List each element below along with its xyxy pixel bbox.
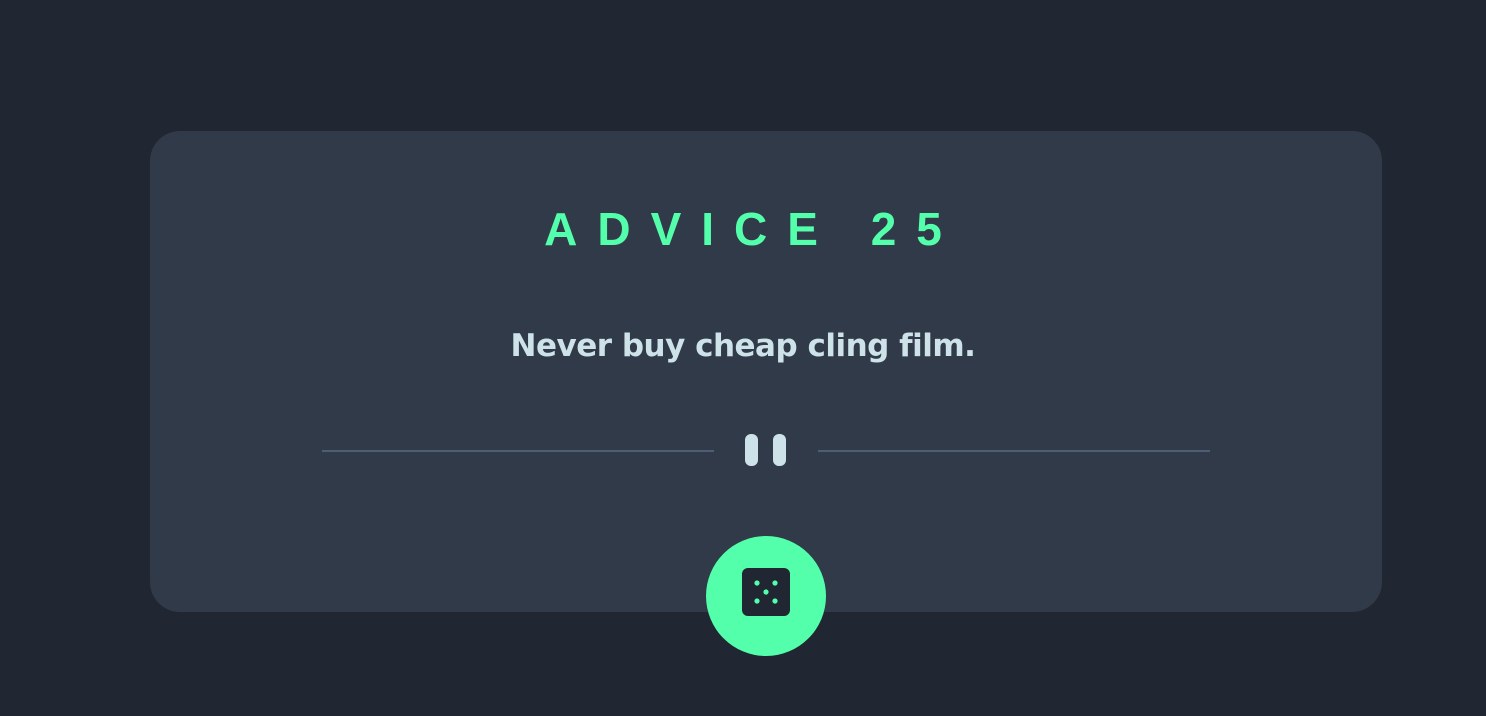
pause-bar-left (745, 434, 758, 466)
advice-quote: Never buy cheap cling film. (510, 328, 976, 364)
page: ADVICE 25 Never buy cheap cling film. (0, 0, 1486, 716)
advice-id-heading: ADVICE 25 (544, 203, 962, 255)
pause-bar-right (773, 434, 786, 466)
dice-icon (742, 568, 790, 616)
divider-line-right (818, 450, 1210, 452)
divider-line-left (322, 450, 714, 452)
pause-icon (745, 434, 787, 466)
new-advice-button[interactable] (706, 536, 826, 656)
